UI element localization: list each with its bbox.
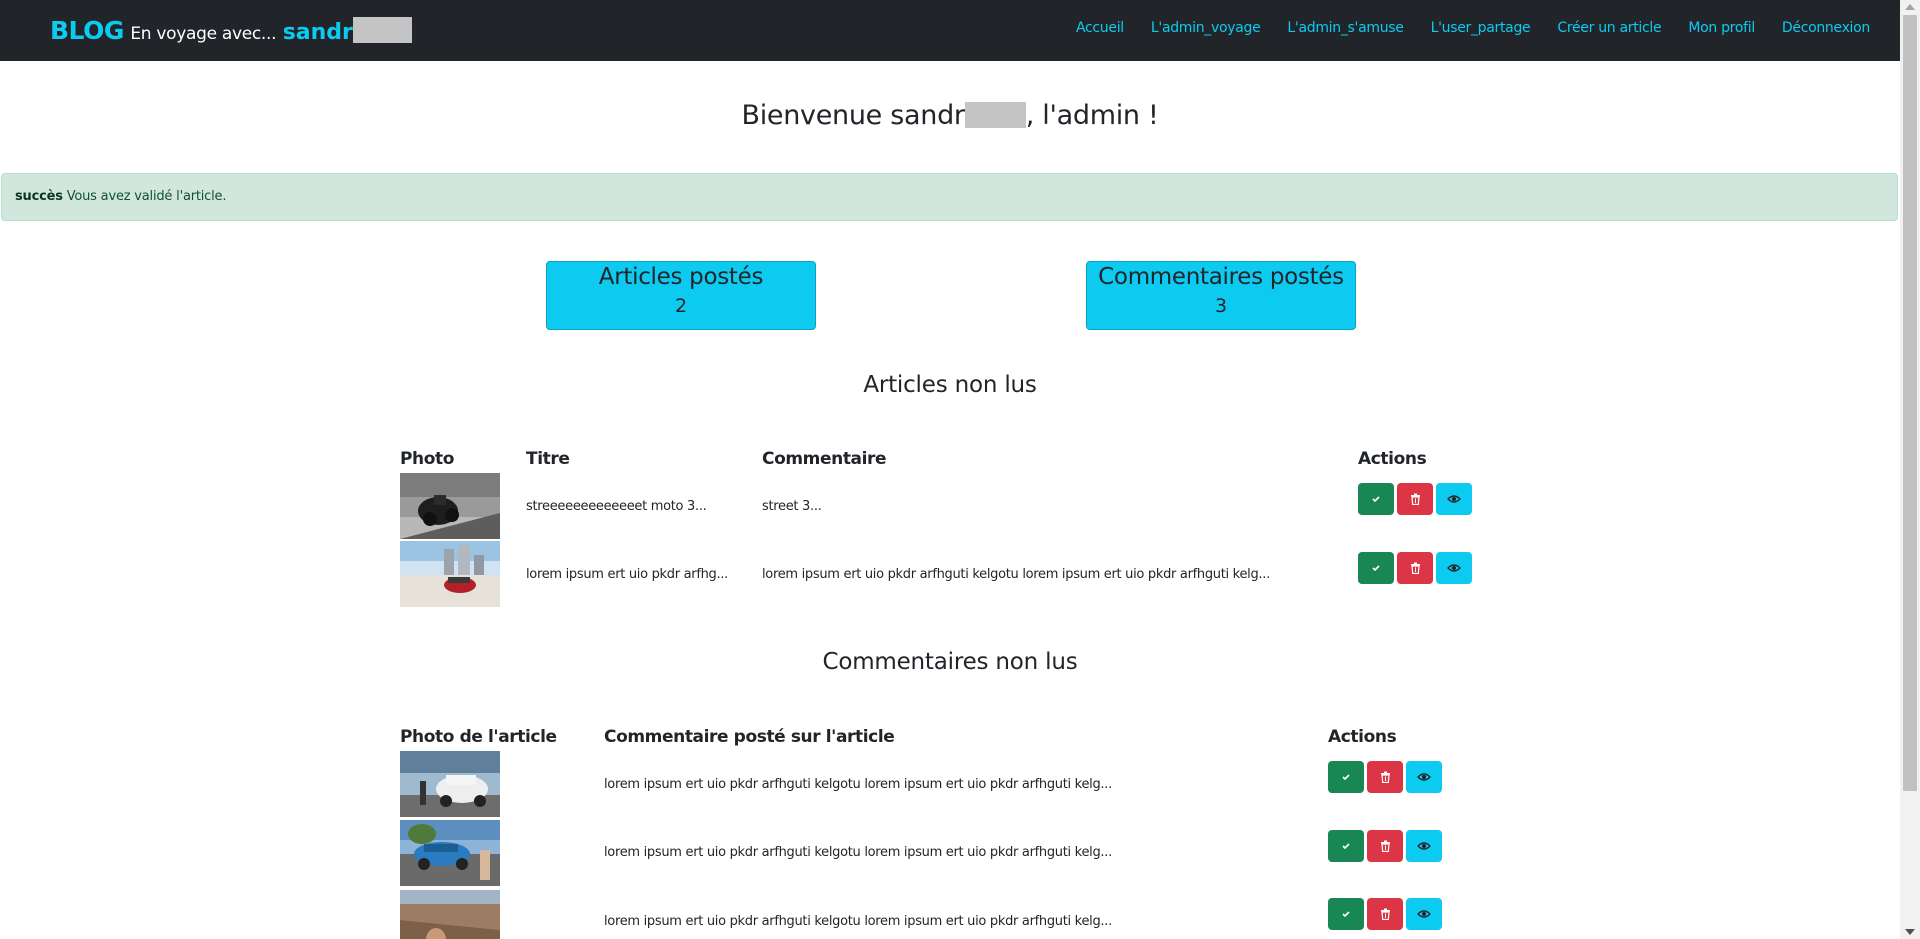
comment-text-cell: lorem ipsum ert uio pkdr arfhguti kelgot… bbox=[604, 914, 1112, 929]
view-button[interactable] bbox=[1406, 898, 1442, 930]
stat-card-articles: Articles postés 2 bbox=[546, 261, 816, 330]
redacted-name-block bbox=[964, 102, 1026, 128]
column-header-commentaire: Commentaire bbox=[762, 449, 887, 469]
trash-icon bbox=[1410, 493, 1420, 505]
article-title-cell: streeeeeeeeeeeeet moto 3... bbox=[526, 499, 707, 514]
check-icon bbox=[1372, 565, 1380, 572]
eye-icon bbox=[1447, 564, 1461, 572]
article-comment-cell: lorem ipsum ert uio pkdr arfhguti kelgot… bbox=[762, 567, 1270, 582]
nav-link-admin-samuse[interactable]: L'admin_s'amuse bbox=[1287, 20, 1403, 36]
redacted-username-block bbox=[352, 17, 412, 43]
comment-actions bbox=[1328, 830, 1445, 862]
comment-actions bbox=[1328, 761, 1445, 793]
view-button[interactable] bbox=[1406, 830, 1442, 862]
navbar: BLOG En voyage avec... sandr Accueil L'a… bbox=[0, 0, 1900, 61]
page-title: Bienvenue sandr , l'admin ! bbox=[0, 100, 1900, 131]
article-thumbnail-car bbox=[400, 541, 500, 607]
nav-link-accueil[interactable]: Accueil bbox=[1076, 20, 1124, 36]
validate-button[interactable] bbox=[1328, 898, 1364, 930]
stat-value: 2 bbox=[674, 295, 688, 317]
brand-tagline: En voyage avec... bbox=[130, 24, 277, 44]
delete-button[interactable] bbox=[1367, 761, 1403, 793]
column-header-titre: Titre bbox=[526, 449, 570, 469]
delete-button[interactable] bbox=[1397, 552, 1433, 584]
eye-icon bbox=[1417, 842, 1431, 850]
column-header-photo: Photo bbox=[400, 449, 455, 469]
article-actions bbox=[1358, 483, 1475, 515]
trash-icon bbox=[1380, 840, 1390, 852]
comment-article-thumbnail bbox=[400, 751, 500, 817]
delete-button[interactable] bbox=[1367, 898, 1403, 930]
article-thumbnail-moto bbox=[400, 473, 500, 539]
article-title-cell: lorem ipsum ert uio pkdr arfhg... bbox=[526, 567, 728, 582]
scroll-up-arrow-icon[interactable] bbox=[1905, 4, 1915, 10]
validate-button[interactable] bbox=[1328, 761, 1364, 793]
stat-label: Articles postés bbox=[598, 264, 764, 290]
alert-message: Vous avez validé l'article. bbox=[66, 189, 227, 204]
success-alert: succès Vous avez validé l'article. bbox=[1, 173, 1898, 221]
comment-actions bbox=[1328, 898, 1445, 930]
nav-link-deconnexion[interactable]: Déconnexion bbox=[1782, 20, 1870, 36]
nav-link-creer-article[interactable]: Créer un article bbox=[1557, 20, 1661, 36]
eye-icon bbox=[1447, 495, 1461, 503]
comment-text-cell: lorem ipsum ert uio pkdr arfhguti kelgot… bbox=[604, 845, 1112, 860]
delete-button[interactable] bbox=[1367, 830, 1403, 862]
section-title-comments: Commentaires non lus bbox=[822, 649, 1078, 675]
stat-value: 3 bbox=[1214, 295, 1228, 317]
column-header-actions: Actions bbox=[1328, 727, 1397, 747]
nav-link-admin-voyage[interactable]: L'admin_voyage bbox=[1151, 20, 1261, 36]
brand-logo: BLOG bbox=[50, 16, 124, 45]
trash-icon bbox=[1380, 771, 1390, 783]
navbar-brand[interactable]: BLOG En voyage avec... sandr bbox=[50, 16, 412, 45]
check-icon bbox=[1342, 911, 1350, 918]
trash-icon bbox=[1410, 562, 1420, 574]
article-actions bbox=[1358, 552, 1475, 584]
validate-button[interactable] bbox=[1328, 830, 1364, 862]
validate-button[interactable] bbox=[1358, 552, 1394, 584]
trash-icon bbox=[1380, 908, 1390, 920]
alert-label: succès bbox=[15, 189, 63, 204]
delete-button[interactable] bbox=[1397, 483, 1433, 515]
comment-article-thumbnail bbox=[400, 890, 500, 939]
stat-card-comments: Commentaires postés 3 bbox=[1086, 261, 1356, 330]
welcome-prefix: Bienvenue sandr bbox=[741, 100, 965, 131]
section-title-articles: Articles non lus bbox=[863, 372, 1037, 398]
welcome-suffix: , l'admin ! bbox=[1025, 100, 1159, 131]
comment-text-cell: lorem ipsum ert uio pkdr arfhguti kelgot… bbox=[604, 777, 1112, 792]
nav-link-user-partage[interactable]: L'user_partage bbox=[1431, 20, 1531, 36]
check-icon bbox=[1342, 774, 1350, 781]
stat-label: Commentaires postés bbox=[1098, 264, 1344, 290]
view-button[interactable] bbox=[1436, 483, 1472, 515]
nav-link-mon-profil[interactable]: Mon profil bbox=[1688, 20, 1755, 36]
check-icon bbox=[1372, 496, 1380, 503]
view-button[interactable] bbox=[1406, 761, 1442, 793]
eye-icon bbox=[1417, 910, 1431, 918]
column-header-photo-article: Photo de l'article bbox=[400, 727, 557, 747]
column-header-actions: Actions bbox=[1358, 449, 1427, 469]
column-header-commentaire-poste: Commentaire posté sur l'article bbox=[604, 727, 895, 747]
scroll-down-arrow-icon[interactable] bbox=[1905, 929, 1915, 935]
eye-icon bbox=[1417, 773, 1431, 781]
brand-username: sandr bbox=[282, 20, 353, 45]
article-comment-cell: street 3... bbox=[762, 499, 822, 514]
vertical-scrollbar[interactable] bbox=[1900, 0, 1920, 939]
view-button[interactable] bbox=[1436, 552, 1472, 584]
comment-article-thumbnail bbox=[400, 820, 500, 886]
check-icon bbox=[1342, 843, 1350, 850]
validate-button[interactable] bbox=[1358, 483, 1394, 515]
nav-links: Accueil L'admin_voyage L'admin_s'amuse L… bbox=[1049, 20, 1870, 36]
scrollbar-thumb[interactable] bbox=[1903, 15, 1917, 791]
